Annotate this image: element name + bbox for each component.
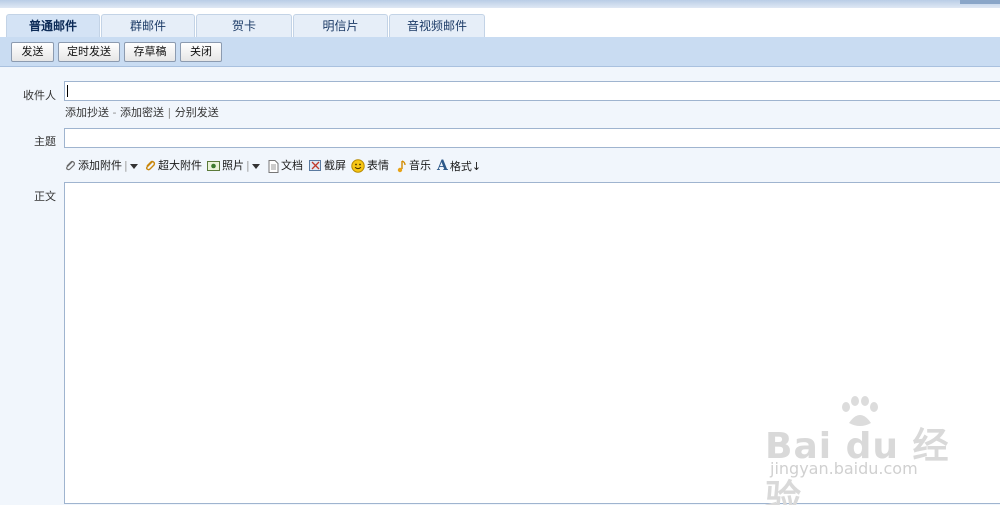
tab-group-mail[interactable]: 群邮件 xyxy=(101,14,195,38)
document-icon xyxy=(268,159,279,173)
recipient-label: 收件人 xyxy=(23,89,56,102)
document-label: 文档 xyxy=(281,159,303,172)
compose-toolbar: 发送 定时发送 存草稿 关闭 xyxy=(0,37,1000,67)
photo-divider: | xyxy=(246,159,250,172)
add-attachment-label: 添加附件 xyxy=(78,159,122,172)
top-strip-edge xyxy=(960,0,1000,4)
compose-tabbar: 普通邮件 群邮件 贺卡 明信片 音视频邮件 xyxy=(0,8,1000,39)
paperclip-large-icon xyxy=(145,160,156,171)
tab-greeting-card[interactable]: 贺卡 xyxy=(196,14,292,38)
save-draft-button[interactable]: 存草稿 xyxy=(124,42,176,62)
tab-av-mail[interactable]: 音视频邮件 xyxy=(389,14,485,38)
music-button[interactable]: 音乐 xyxy=(395,157,431,175)
photo-label: 照片 xyxy=(222,159,244,172)
screenshot-icon xyxy=(309,160,321,171)
emoticon-icon xyxy=(351,159,365,173)
separate-send-link[interactable]: 分别发送 xyxy=(175,106,219,119)
paperclip-icon xyxy=(66,160,75,171)
text-caret xyxy=(67,85,68,97)
format-icon: A xyxy=(437,158,448,174)
close-button[interactable]: 关闭 xyxy=(180,42,222,62)
large-attachment-label: 超大附件 xyxy=(158,159,202,172)
window-top-strip xyxy=(0,0,1000,8)
add-bcc-link[interactable]: 添加密送 xyxy=(120,106,164,119)
photo-button[interactable]: 照片 | xyxy=(207,157,260,175)
emoticon-button[interactable]: 表情 xyxy=(351,157,389,175)
photo-dropdown-icon[interactable] xyxy=(251,163,260,169)
music-icon xyxy=(397,159,406,172)
add-attachment-button[interactable]: 添加附件 | xyxy=(64,157,138,175)
recipient-options: 添加抄送 - 添加密送 | 分别发送 xyxy=(65,104,219,120)
add-cc-link[interactable]: 添加抄送 xyxy=(65,106,109,119)
tab-normal-mail[interactable]: 普通邮件 xyxy=(6,14,100,39)
format-button[interactable]: A 格式↓ xyxy=(437,157,481,175)
photo-icon xyxy=(207,161,220,171)
large-attachment-button[interactable]: 超大附件 xyxy=(144,157,202,175)
music-label: 音乐 xyxy=(409,159,431,172)
body-label: 正文 xyxy=(34,190,56,203)
recipient-input[interactable] xyxy=(64,81,1000,101)
send-button[interactable]: 发送 xyxy=(11,42,54,62)
screenshot-button[interactable]: 截屏 xyxy=(309,157,346,175)
screenshot-label: 截屏 xyxy=(324,159,346,172)
document-button[interactable]: 文档 xyxy=(268,157,303,175)
scheduled-send-button[interactable]: 定时发送 xyxy=(58,42,120,62)
tab-postcard[interactable]: 明信片 xyxy=(293,14,388,38)
link-divider: | xyxy=(167,106,172,119)
subject-input[interactable] xyxy=(64,128,1000,148)
subject-label: 主题 xyxy=(34,135,56,148)
attachment-dropdown-icon[interactable] xyxy=(129,163,138,169)
format-label: 格式↓ xyxy=(449,160,482,173)
body-editor[interactable] xyxy=(64,182,1000,504)
link-dash: - xyxy=(112,106,117,119)
attachment-divider: | xyxy=(124,159,128,172)
emoticon-label: 表情 xyxy=(367,159,389,172)
